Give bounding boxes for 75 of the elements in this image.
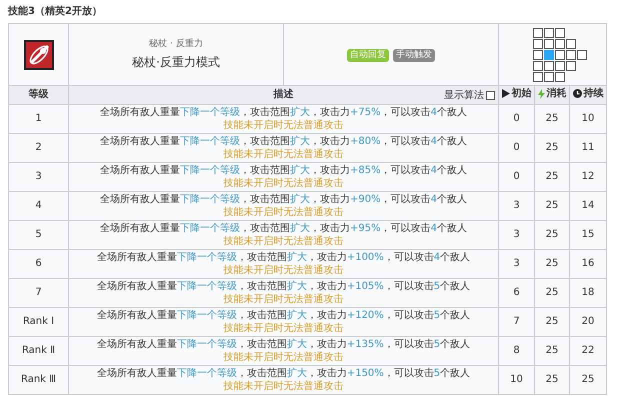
cost-cell: 25	[546, 287, 558, 298]
level-cell: 5	[35, 229, 42, 240]
skill-note: 技能未开启时无法普通攻击	[224, 234, 344, 248]
cost-cell: 25	[546, 374, 558, 385]
skill-description: 全场所有敌人重量下降一个等级，攻击范围扩大，攻击力+135%，可以攻击5个敌人	[96, 338, 470, 350]
show-formula-checkbox[interactable]: 显示算法	[444, 88, 495, 103]
skill-description: 全场所有敌人重量下降一个等级，攻击范围扩大，攻击力+120%，可以攻击5个敌人	[96, 308, 470, 322]
column-header: 消耗	[546, 86, 566, 101]
skill-note: 技能未开启时无法普通攻击	[224, 206, 344, 218]
skill-description: 全场所有敌人重量下降一个等级，攻击范围扩大，攻击力+80%，可以攻击4个敌人	[100, 134, 467, 148]
column-header: 初始	[512, 86, 532, 102]
skill-description: 全场所有敌人重量下降一个等级，攻击范围扩大，攻击力+100%，可以攻击4个敌人	[96, 250, 470, 264]
play-icon	[502, 89, 510, 98]
clock-icon	[572, 89, 582, 98]
column-header: 等级	[28, 88, 48, 102]
duration-cell: 15	[582, 229, 594, 240]
skill-description: 全场所有敌人重量下降一个等级，攻击范围扩大，攻击力+90%，可以攻击4个敌人	[100, 192, 467, 206]
duration-cell: 14	[582, 200, 594, 211]
level-cell: 7	[35, 287, 42, 298]
skill-note: 技能未开启时无法普通攻击	[224, 322, 344, 334]
skill-note: 技能未开启时无法普通攻击	[224, 118, 344, 132]
column-header: 持续	[584, 86, 604, 102]
duration-cell: 16	[582, 258, 594, 269]
skill-description: 全场所有敌人重量下降一个等级，攻击范围扩大，攻击力+95%，可以攻击4个敌人	[100, 222, 467, 234]
skill-note: 技能未开启时无法普通攻击	[224, 176, 344, 190]
initial-cell: 3	[513, 200, 520, 211]
column-header: 描述	[274, 89, 294, 100]
skill-icon	[24, 40, 54, 70]
duration-cell: 20	[582, 316, 594, 327]
initial-cell: 10	[510, 374, 523, 385]
cost-cell: 25	[546, 258, 558, 269]
skill-description: 全场所有敌人重量下降一个等级，攻击范围扩大，攻击力+75%，可以攻击4个敌人	[100, 106, 467, 118]
cost-cell: 25	[546, 113, 558, 124]
initial-cell: 6	[513, 287, 520, 298]
duration-cell: 11	[582, 142, 594, 153]
initial-cell: 0	[513, 142, 520, 153]
cost-cell: 25	[546, 229, 558, 240]
skill-name: 秘杖·反重力模式	[131, 54, 221, 72]
level-cell: 1	[35, 113, 42, 124]
initial-cell: 3	[513, 229, 520, 240]
cost-cell: 25	[546, 316, 558, 327]
lightning-icon	[538, 88, 544, 98]
duration-cell: 12	[582, 171, 594, 182]
initial-cell: 0	[513, 113, 520, 124]
initial-cell: 0	[513, 171, 520, 182]
skill-subtitle: 秘杖 · 反重力	[148, 38, 204, 51]
initial-cell: 3	[513, 258, 520, 269]
cost-cell: 25	[546, 345, 558, 356]
skill-description: 全场所有敌人重量下降一个等级，攻击范围扩大，攻击力+105%，可以攻击5个敌人	[96, 280, 470, 292]
level-cell: 3	[35, 171, 42, 182]
level-cell: 4	[35, 200, 42, 211]
skill-tag: 手动触发	[393, 49, 435, 62]
level-cell: Rank Ⅱ	[22, 345, 56, 356]
duration-cell: 25	[582, 374, 594, 385]
skill-note: 技能未开启时无法普通攻击	[224, 350, 344, 364]
skill-description: 全场所有敌人重量下降一个等级，攻击范围扩大，攻击力+150%，可以攻击5个敌人	[96, 366, 470, 380]
level-cell: Rank Ⅰ	[22, 316, 54, 327]
level-cell: 6	[35, 258, 42, 269]
level-cell: 2	[35, 142, 42, 153]
duration-cell: 10	[582, 113, 594, 124]
skill-note: 技能未开启时无法普通攻击	[224, 264, 344, 276]
cost-cell: 25	[546, 200, 558, 211]
cost-cell: 25	[546, 171, 558, 182]
initial-cell: 8	[513, 345, 520, 356]
skill-note: 技能未开启时无法普通攻击	[224, 292, 344, 306]
level-cell: Rank Ⅲ	[20, 374, 56, 385]
section-title: 技能3（精英2开放）	[8, 4, 103, 19]
skill-note: 技能未开启时无法普通攻击	[224, 148, 344, 160]
duration-cell: 18	[582, 287, 594, 298]
skill-description: 全场所有敌人重量下降一个等级，攻击范围扩大，攻击力+85%，可以攻击4个敌人	[100, 164, 467, 176]
skill-tag: 自动回复	[347, 49, 389, 62]
cost-cell: 25	[546, 142, 558, 153]
initial-cell: 7	[513, 316, 520, 327]
duration-cell: 22	[582, 345, 594, 356]
skill-note: 技能未开启时无法普通攻击	[224, 380, 344, 392]
